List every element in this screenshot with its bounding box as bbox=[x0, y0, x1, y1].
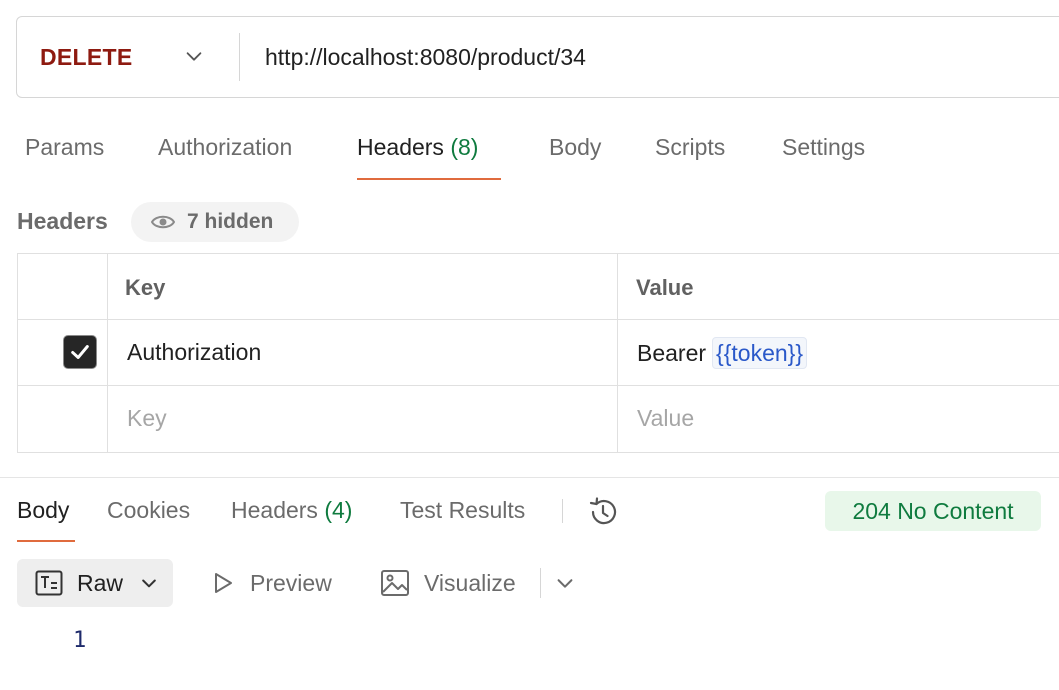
chevron-down-icon bbox=[142, 579, 156, 588]
request-tabs: Params Authorization Headers (8) Body Sc… bbox=[0, 126, 1059, 182]
url-divider bbox=[239, 33, 240, 81]
checkmark-icon bbox=[71, 345, 89, 359]
header-value-prefix: Bearer bbox=[637, 340, 707, 366]
chevron-down-icon[interactable] bbox=[554, 572, 576, 594]
play-icon bbox=[215, 573, 232, 593]
response-tab-headers-label: Headers bbox=[231, 497, 318, 523]
tab-headers-label: Headers bbox=[357, 134, 444, 160]
table-column-divider bbox=[617, 253, 618, 453]
response-tab-cookies[interactable]: Cookies bbox=[107, 497, 190, 524]
tab-headers[interactable]: Headers (8) bbox=[357, 134, 478, 161]
tab-params[interactable]: Params bbox=[25, 134, 104, 161]
table-border-top bbox=[17, 253, 1059, 254]
visualize-button[interactable]: Visualize bbox=[380, 559, 530, 607]
table-row-divider bbox=[17, 385, 1059, 386]
line-number: 1 bbox=[73, 628, 87, 653]
column-header-key: Key bbox=[125, 275, 166, 300]
url-input[interactable]: http://localhost:8080/product/34 bbox=[265, 17, 1045, 97]
method-label: DELETE bbox=[40, 43, 133, 70]
table-border-bottom bbox=[17, 452, 1059, 453]
response-tabs-separator bbox=[562, 499, 563, 523]
new-header-key-input[interactable]: Key bbox=[127, 405, 167, 432]
hidden-count-label: 7 hidden bbox=[187, 210, 274, 233]
preview-button[interactable]: Preview bbox=[207, 559, 347, 607]
response-tab-test-results[interactable]: Test Results bbox=[400, 497, 525, 524]
response-tab-headers[interactable]: Headers (4) bbox=[231, 497, 352, 524]
header-value-cell[interactable]: Bearer {{token}} bbox=[637, 337, 808, 369]
new-header-value-input[interactable]: Value bbox=[637, 405, 694, 432]
status-badge[interactable]: 204 No Content bbox=[825, 491, 1041, 531]
tab-headers-count: (8) bbox=[450, 134, 479, 160]
raw-text-icon bbox=[35, 570, 63, 596]
tab-scripts[interactable]: Scripts bbox=[655, 134, 725, 161]
chevron-down-icon bbox=[186, 52, 202, 61]
table-row-divider bbox=[17, 319, 1059, 320]
token-variable[interactable]: {{token}} bbox=[712, 337, 808, 369]
column-header-value: Value bbox=[636, 275, 694, 300]
headers-section-title: Headers bbox=[17, 208, 108, 234]
header-key-cell[interactable]: Authorization bbox=[127, 339, 261, 366]
tab-authorization[interactable]: Authorization bbox=[158, 134, 292, 161]
format-dropdown[interactable]: Raw bbox=[17, 559, 173, 607]
table-column-divider bbox=[107, 253, 108, 453]
method-dropdown[interactable]: DELETE bbox=[17, 17, 239, 97]
headers-table: Key Value Authorization Bearer {{token}} … bbox=[17, 253, 1059, 453]
eye-icon bbox=[151, 215, 175, 229]
request-url-bar: DELETE http://localhost:8080/product/34 bbox=[16, 16, 1059, 98]
tab-settings[interactable]: Settings bbox=[782, 134, 865, 161]
history-icon[interactable] bbox=[586, 495, 620, 529]
preview-label: Preview bbox=[250, 570, 332, 596]
header-enabled-checkbox[interactable] bbox=[63, 335, 97, 369]
format-label: Raw bbox=[77, 570, 124, 596]
response-tab-body[interactable]: Body bbox=[17, 497, 69, 524]
hidden-headers-toggle[interactable]: 7 hidden bbox=[131, 202, 299, 242]
visualize-label: Visualize bbox=[424, 570, 516, 596]
response-active-tab-indicator bbox=[17, 540, 75, 542]
image-icon bbox=[381, 570, 409, 596]
tab-body[interactable]: Body bbox=[549, 134, 601, 161]
response-tab-headers-count: (4) bbox=[324, 497, 353, 523]
active-tab-indicator bbox=[357, 178, 501, 180]
toolbar-separator bbox=[540, 568, 541, 598]
request-response-divider bbox=[0, 477, 1059, 478]
table-border-left bbox=[17, 253, 18, 453]
